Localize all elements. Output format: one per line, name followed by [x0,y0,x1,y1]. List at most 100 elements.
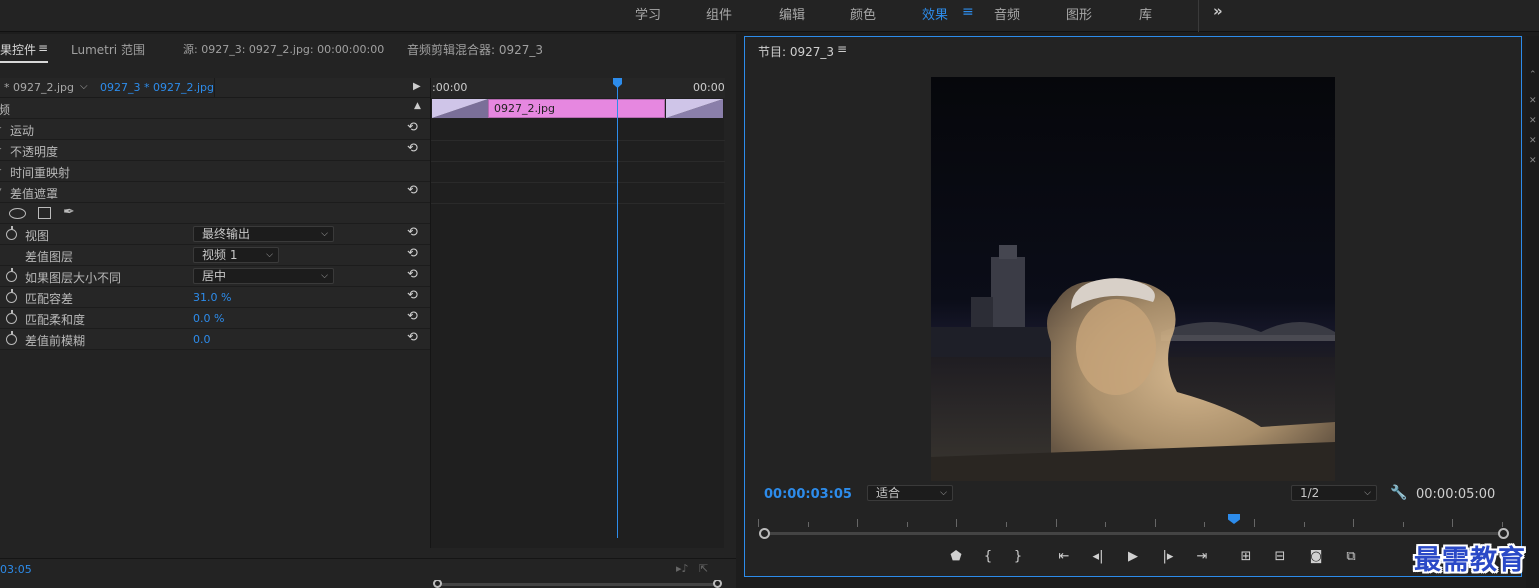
lift-button[interactable]: ⊞ [1235,549,1257,564]
ellipse-mask-icon[interactable] [9,208,26,219]
workspace-tab-libraries[interactable]: 库 [1139,4,1152,23]
reset-icon[interactable]: ⟲ [407,330,418,345]
chevron-up-icon[interactable]: ⌃ [1529,70,1537,80]
program-monitor: 节目: 0927_3 ≡ 00:00:03:05 适合 ⌵ 1/2 ⌵ 🔧 00… [744,36,1522,577]
chevron-down-icon: ⌵ [321,271,328,281]
collapse-up-icon[interactable]: ▲ [414,101,421,111]
close-icon[interactable]: ✕ [1529,96,1537,106]
audio-only-icon[interactable]: ▸♪ [676,562,689,575]
expand-triangle-icon[interactable]: ▾ [0,186,2,196]
reset-icon[interactable]: ⟲ [407,309,418,324]
workspace-tab-assembly[interactable]: 组件 [706,4,732,23]
time-ruler[interactable] [758,515,1504,527]
effect-row-difference-matte[interactable]: ▾ 差值遮罩 ⟲ [0,182,430,203]
play-button[interactable]: ▶ [1122,549,1144,564]
workspace-menu-icon[interactable]: ≡ [962,4,974,20]
ruler-tick [857,519,858,527]
zoom-fit-dropdown[interactable]: 适合 ⌵ [867,485,953,501]
go-to-out-button[interactable]: ⇥ [1191,549,1213,564]
divider [214,78,215,98]
reset-icon[interactable]: ⟲ [407,120,418,135]
expand-triangle-icon[interactable]: ▸ [0,144,2,154]
workspace-tab-learn[interactable]: 学习 [635,4,661,23]
property-row-match-tolerance: 匹配容差 31.0 % ⟲ [0,287,430,308]
clip-label: 0927_2.jpg [494,102,556,115]
master-clip-label[interactable]: * 0927_2.jpg [4,81,74,94]
mark-out-button[interactable]: } [1007,549,1029,564]
property-row-difference-layer: 差值图层 视频 1 ⌵ ⟲ [0,245,430,266]
match-tolerance-value[interactable]: 31.0 % [193,291,231,304]
stopwatch-icon[interactable] [6,289,17,303]
extract-button[interactable]: ⊟ [1269,549,1291,564]
tab-audio-clip-mixer[interactable]: 音频剪辑混合器: 0927_3 [407,41,543,58]
close-icon[interactable]: ✕ [1529,116,1537,126]
reset-icon[interactable]: ⟲ [407,267,418,282]
mask-tools-row: ✒ [0,203,430,224]
workspace-tab-effects[interactable]: 效果 [922,4,948,23]
effect-row-opacity[interactable]: ▸ 不透明度 ⟲ [0,140,430,161]
add-marker-button[interactable]: ⬟ [945,549,967,564]
wrench-icon[interactable]: 🔧 [1390,485,1407,501]
sequence-clip-label[interactable]: 0927_3 * 0927_2.jpg [100,81,214,94]
reset-icon[interactable]: ⟲ [407,183,418,198]
match-softness-value[interactable]: 0.0 % [193,312,224,325]
zoom-handle-right[interactable] [713,579,722,588]
program-monitor-title[interactable]: 节目: 0927_3 [758,43,834,60]
export-icon[interactable]: ⇱ [699,562,708,575]
reset-icon[interactable]: ⟲ [407,246,418,261]
ruler-tick [956,519,957,527]
reset-icon[interactable]: ⟲ [407,141,418,156]
playback-resolution-dropdown[interactable]: 1/2 ⌵ [1291,485,1377,501]
play-only-clip-icon[interactable]: ▶ [413,81,421,92]
zoom-handle-left[interactable] [759,528,770,539]
workspace-tab-audio[interactable]: 音频 [994,4,1020,23]
step-forward-button[interactable]: |▸ [1157,549,1179,564]
step-back-button[interactable]: ◂| [1087,549,1109,564]
camera-icon[interactable]: ◙ [1305,549,1327,564]
program-zoom-scrollbar[interactable] [765,532,1503,535]
difference-layer-dropdown[interactable]: 视频 1 ⌵ [193,247,279,263]
stopwatch-icon[interactable] [6,226,17,240]
panel-menu-icon[interactable]: ≡ [38,41,48,55]
stopwatch-icon[interactable] [6,331,17,345]
expand-triangle-icon[interactable]: ▸ [0,165,2,175]
stopwatch-icon[interactable] [6,310,17,324]
reset-icon[interactable]: ⟲ [407,225,418,240]
mark-in-button[interactable]: { [977,549,999,564]
effect-label: 时间重映射 [10,166,71,180]
tab-lumetri-scopes[interactable]: Lumetri 范围 [71,41,145,58]
layer-size-dropdown[interactable]: 居中 ⌵ [193,268,334,284]
zoom-handle-left[interactable] [433,579,442,588]
workspace-tab-editing[interactable]: 编辑 [779,4,805,23]
effect-row-motion[interactable]: ▸ 运动 ⟲ [0,119,430,140]
expand-triangle-icon[interactable]: ▸ [0,123,2,133]
pen-mask-icon[interactable]: ✒ [63,204,75,220]
current-timecode[interactable]: 00:00:03:05 [764,487,852,502]
close-icon[interactable]: ✕ [1529,136,1537,146]
effect-row-time-remap[interactable]: ▸ 时间重映射 [0,161,430,182]
timeline-ruler[interactable]: :00:00 00:00 [431,78,725,98]
panel-menu-icon[interactable]: ≡ [837,42,847,56]
comparison-view-button[interactable]: ⧉ [1340,549,1362,564]
tab-source[interactable]: 源: 0927_3: 0927_2.jpg: 00:00:00:00 [183,41,384,57]
dropdown-value: 适合 [876,486,901,500]
chevron-down-icon[interactable]: ⌵ [80,81,88,92]
current-time-display[interactable]: 03:05 [0,563,32,576]
workspace-tab-color[interactable]: 颜色 [850,4,876,23]
timeline-zoom-scrollbar[interactable] [436,583,720,586]
workspace-overflow-button[interactable]: » [1213,2,1223,20]
reset-icon[interactable]: ⟲ [407,288,418,303]
rectangle-mask-icon[interactable] [38,207,51,219]
blur-before-difference-value[interactable]: 0.0 [193,333,211,346]
timeline-clip[interactable]: 0927_2.jpg [488,99,665,118]
workspace-tab-graphics[interactable]: 图形 [1066,4,1092,23]
watermark-logo: 最需教育 [1414,545,1526,576]
view-dropdown[interactable]: 最终输出 ⌵ [193,226,334,242]
timeline-start-time: :00:00 [432,81,468,94]
ruler-tick [1353,519,1354,527]
timeline-playhead-line[interactable] [617,78,618,538]
tab-effect-controls[interactable]: 果控件 [0,41,36,58]
close-icon[interactable]: ✕ [1529,156,1537,166]
go-to-in-button[interactable]: ⇤ [1053,549,1075,564]
stopwatch-icon[interactable] [6,268,17,282]
